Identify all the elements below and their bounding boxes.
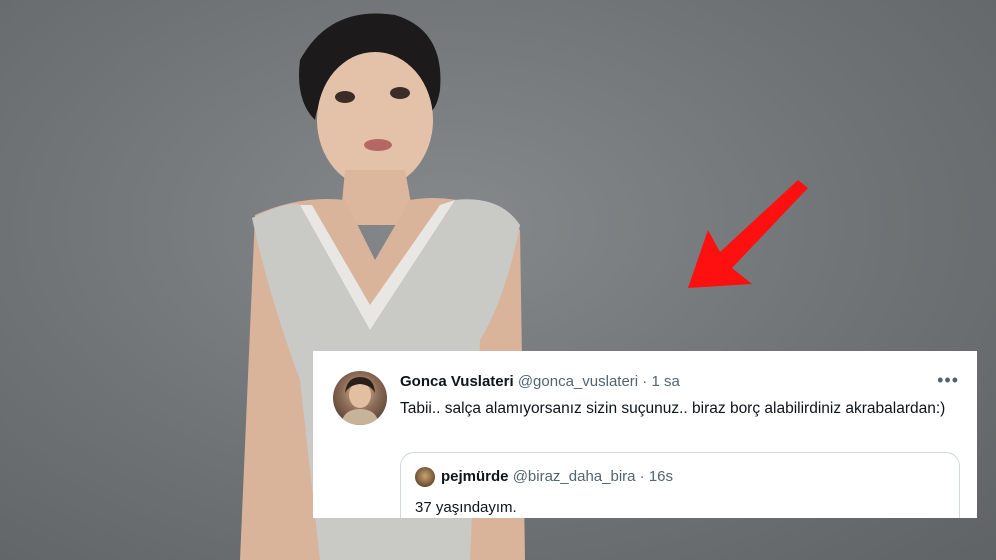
quoted-tweet-time[interactable]: 16s	[649, 468, 673, 485]
separator-dot: ·	[642, 373, 648, 390]
red-arrow-icon	[688, 180, 808, 288]
tweet-card[interactable]: Gonca Vuslateri @gonca_vuslateri · 1 sa …	[313, 351, 977, 518]
author-avatar[interactable]	[333, 371, 387, 425]
quoted-author-avatar[interactable]	[415, 467, 435, 487]
quoted-tweet[interactable]: pejmürde @biraz_daha_bira · 16s 37 yaşın…	[400, 452, 960, 518]
tweet-time[interactable]: 1 sa	[651, 373, 679, 390]
quoted-separator-dot: ·	[639, 468, 645, 485]
tweet-text: Tabii.. salça alamıyorsanız sizin suçunu…	[400, 400, 946, 417]
more-options-icon[interactable]: •••	[937, 371, 959, 389]
arrow-shape	[688, 180, 808, 288]
quoted-tweet-header: pejmürde @biraz_daha_bira · 16s	[441, 468, 673, 485]
tweet-header: Gonca Vuslateri @gonca_vuslateri · 1 sa	[400, 373, 680, 390]
quoted-tweet-text: 37 yaşındayım.	[415, 499, 517, 516]
author-handle[interactable]: @gonca_vuslateri	[518, 373, 638, 390]
author-name[interactable]: Gonca Vuslateri	[400, 373, 514, 390]
quoted-author-handle[interactable]: @biraz_daha_bira	[513, 468, 636, 485]
quoted-author-name[interactable]: pejmürde	[441, 468, 509, 485]
